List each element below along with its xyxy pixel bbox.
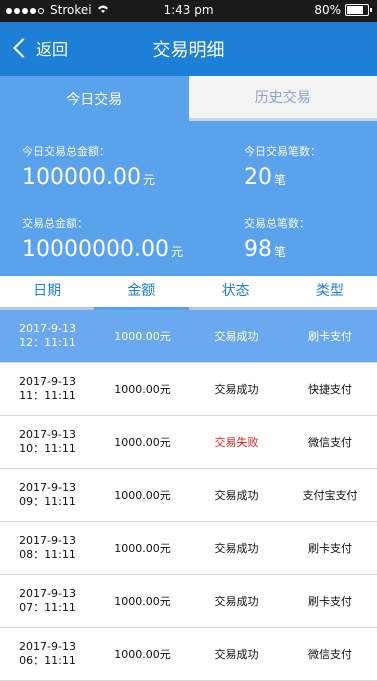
tab-today[interactable]: 今日交易 <box>0 76 189 121</box>
time-text: 12：11:11 <box>0 336 95 350</box>
status-cell: 交易成功 <box>190 540 283 556</box>
today-amount-label: 今日交易总金额： <box>22 143 155 159</box>
amount-cell: 1000.00元 <box>95 646 190 662</box>
type-cell: 微信支付 <box>283 434 377 450</box>
total-count-number: 98 <box>244 237 272 262</box>
amount-cell: 1000.00元 <box>95 540 190 556</box>
status-cell: 交易失败 <box>190 434 283 450</box>
type-cell: 刷卡支付 <box>283 328 377 344</box>
type-cell: 支付宝支付 <box>283 487 377 503</box>
date-text: 2017-9-13 <box>0 587 95 601</box>
date-text: 2017-9-13 <box>0 481 95 495</box>
type-cell: 快捷支付 <box>283 381 377 397</box>
status-bar: Strokei 1:43 pm 80% <box>0 0 377 22</box>
col-header-type[interactable]: 类型 <box>283 276 377 310</box>
date-text: 2017-9-13 <box>0 375 95 389</box>
status-cell: 交易成功 <box>190 328 283 344</box>
today-count-label: 今日交易笔数： <box>244 143 321 159</box>
total-amount-label: 交易总金额： <box>22 215 183 231</box>
date-cell: 2017-9-1307：11:11 <box>0 587 95 615</box>
today-count-value: 20笔 <box>244 165 321 190</box>
today-amount-unit: 元 <box>143 173 155 187</box>
date-text: 2017-9-13 <box>0 640 95 654</box>
type-cell: 刷卡支付 <box>283 540 377 556</box>
time-text: 08：11:11 <box>0 548 95 562</box>
total-count: 交易总笔数： 98笔 <box>244 215 310 262</box>
today-count: 今日交易笔数： 20笔 <box>244 143 321 190</box>
col-header-date[interactable]: 日期 <box>0 276 94 310</box>
col-header-status[interactable]: 状态 <box>189 276 283 310</box>
table-row[interactable]: 2017-9-1310：11:11 1000.00元 交易失败 微信支付 <box>0 416 377 469</box>
table-row[interactable]: 2017-9-1311：11:11 1000.00元 交易成功 快捷支付 <box>0 363 377 416</box>
amount-cell: 1000.00元 <box>95 487 190 503</box>
battery-icon <box>345 4 369 16</box>
amount-cell: 1000.00元 <box>95 381 190 397</box>
summary-panel: 今日交易总金额： 100000.00元 今日交易笔数： 20笔 交易总金额： 1… <box>0 121 377 276</box>
page-title: 交易明细 <box>0 36 377 62</box>
time-text: 11：11:11 <box>0 389 95 403</box>
tab-history[interactable]: 历史交易 <box>189 76 377 121</box>
date-text: 2017-9-13 <box>0 428 95 442</box>
total-amount-value: 10000000.00元 <box>22 237 183 262</box>
battery-percent: 80% <box>314 3 341 17</box>
column-headers: 日期 金额 状态 类型 <box>0 276 377 310</box>
table-row[interactable]: 2017-9-1309：11:11 1000.00元 交易成功 支付宝支付 <box>0 469 377 522</box>
today-amount-number: 100000.00 <box>22 165 141 190</box>
today-count-number: 20 <box>244 165 272 190</box>
status-cell: 交易成功 <box>190 487 283 503</box>
table-row[interactable]: 2017-9-1306：11:11 1000.00元 交易成功 微信支付 <box>0 628 377 681</box>
today-amount-value: 100000.00元 <box>22 165 155 190</box>
total-count-unit: 笔 <box>274 245 286 259</box>
col-header-amount[interactable]: 金额 <box>94 276 188 310</box>
status-cell: 交易成功 <box>190 593 283 609</box>
status-cell: 交易成功 <box>190 646 283 662</box>
total-amount-number: 10000000.00 <box>22 237 169 262</box>
date-cell: 2017-9-1310：11:11 <box>0 428 95 456</box>
table-row[interactable]: 2017-9-1308：11:11 1000.00元 交易成功 刷卡支付 <box>0 522 377 575</box>
time-text: 07：11:11 <box>0 601 95 615</box>
date-cell: 2017-9-1309：11:11 <box>0 481 95 509</box>
date-cell: 2017-9-1312：11:11 <box>0 322 95 350</box>
type-cell: 微信支付 <box>283 646 377 662</box>
date-cell: 2017-9-1308：11:11 <box>0 534 95 562</box>
total-amount-unit: 元 <box>171 245 183 259</box>
time-text: 09：11:11 <box>0 495 95 509</box>
time-text: 10：11:11 <box>0 442 95 456</box>
amount-cell: 1000.00元 <box>95 434 190 450</box>
date-cell: 2017-9-1311：11:11 <box>0 375 95 403</box>
total-count-value: 98笔 <box>244 237 310 262</box>
date-text: 2017-9-13 <box>0 322 95 336</box>
date-cell: 2017-9-1306：11:11 <box>0 640 95 668</box>
amount-cell: 1000.00元 <box>95 593 190 609</box>
type-cell: 刷卡支付 <box>283 593 377 609</box>
time-text: 06：11:11 <box>0 654 95 668</box>
status-cell: 交易成功 <box>190 381 283 397</box>
today-amount: 今日交易总金额： 100000.00元 <box>22 143 155 190</box>
table-row[interactable]: 2017-9-1312：11:11 1000.00元 交易成功 刷卡支付 <box>0 310 377 363</box>
table-row[interactable]: 2017-9-1307：11:11 1000.00元 交易成功 刷卡支付 <box>0 575 377 628</box>
total-count-label: 交易总笔数： <box>244 215 310 231</box>
transaction-list: 2017-9-1312：11:11 1000.00元 交易成功 刷卡支付 201… <box>0 310 377 681</box>
date-text: 2017-9-13 <box>0 534 95 548</box>
total-amount: 交易总金额： 10000000.00元 <box>22 215 183 262</box>
nav-bar: 返回 交易明细 <box>0 22 377 76</box>
today-count-unit: 笔 <box>274 173 286 187</box>
tab-bar: 今日交易 历史交易 <box>0 76 377 121</box>
status-right: 80% <box>314 3 369 17</box>
amount-cell: 1000.00元 <box>95 328 190 344</box>
